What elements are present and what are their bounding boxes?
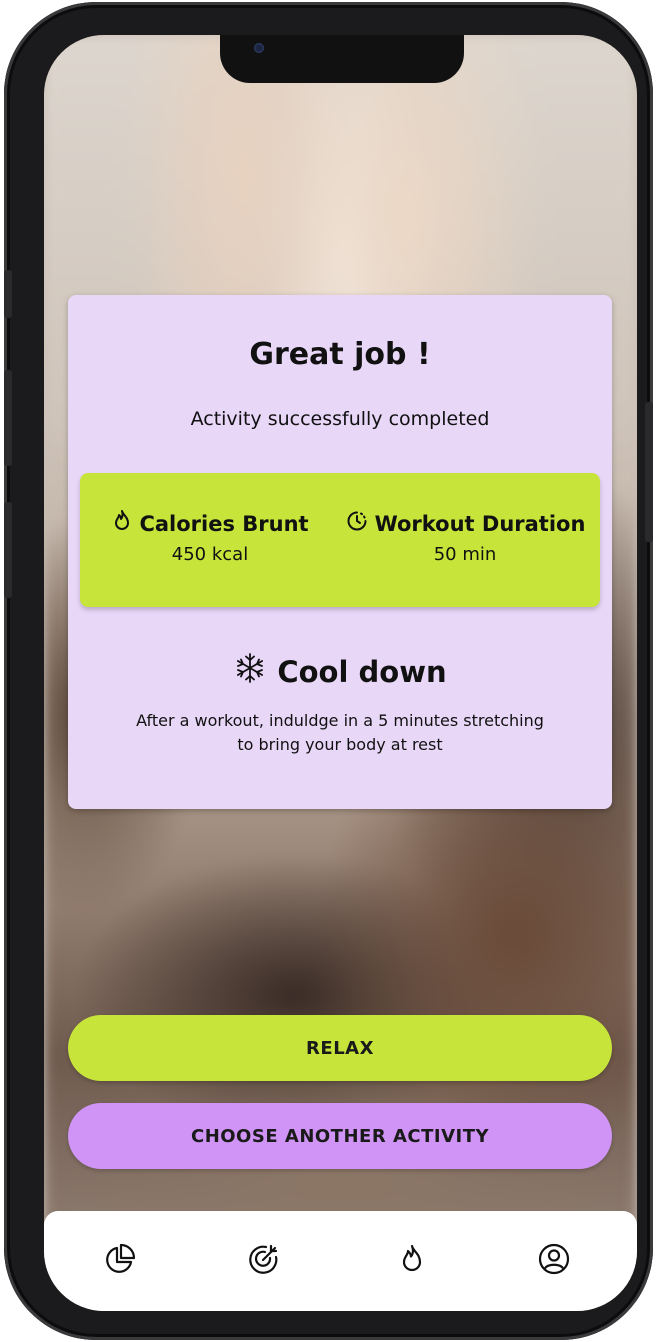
- user-icon[interactable]: [532, 1237, 576, 1281]
- card-subtitle: Activity successfully completed: [190, 408, 490, 430]
- stats-panel: Calories Brunt 450 kcal Workout Duration…: [80, 473, 600, 607]
- calories-value: 450 kcal: [171, 544, 249, 565]
- front-camera: [254, 43, 264, 53]
- screen: Great job ! Activity successfully comple…: [44, 35, 637, 1311]
- phone-frame: Great job ! Activity successfully comple…: [4, 2, 653, 1340]
- volume-down-button: [4, 502, 12, 598]
- cooldown-heading: Cool down: [68, 651, 612, 692]
- duration-stat: Workout Duration 50 min: [330, 509, 600, 565]
- cooldown-title: Cool down: [277, 654, 447, 689]
- clock-icon: [345, 509, 369, 538]
- target-icon[interactable]: [242, 1237, 286, 1281]
- completion-card: Great job ! Activity successfully comple…: [68, 295, 612, 809]
- calories-label: Calories Brunt: [139, 511, 309, 536]
- flame-icon[interactable]: [390, 1237, 434, 1281]
- notch: [220, 35, 464, 83]
- cooldown-description: After a workout, induldge in a 5 minutes…: [136, 711, 544, 754]
- duration-label: Workout Duration: [374, 511, 586, 536]
- calories-stat: Calories Brunt 450 kcal: [80, 509, 340, 565]
- mute-switch: [4, 270, 12, 318]
- power-button: [645, 402, 653, 542]
- relax-button[interactable]: RELAX: [68, 1015, 612, 1081]
- flame-icon: [111, 509, 133, 538]
- card-title: Great job !: [249, 337, 431, 372]
- volume-up-button: [4, 370, 12, 466]
- duration-value: 50 min: [433, 544, 497, 565]
- choose-another-activity-button[interactable]: CHOOSE ANOTHER ACTIVITY: [68, 1103, 612, 1169]
- snowflake-icon: [233, 651, 267, 692]
- bottom-tab-bar: [44, 1211, 637, 1311]
- chart-pie-icon[interactable]: [98, 1237, 142, 1281]
